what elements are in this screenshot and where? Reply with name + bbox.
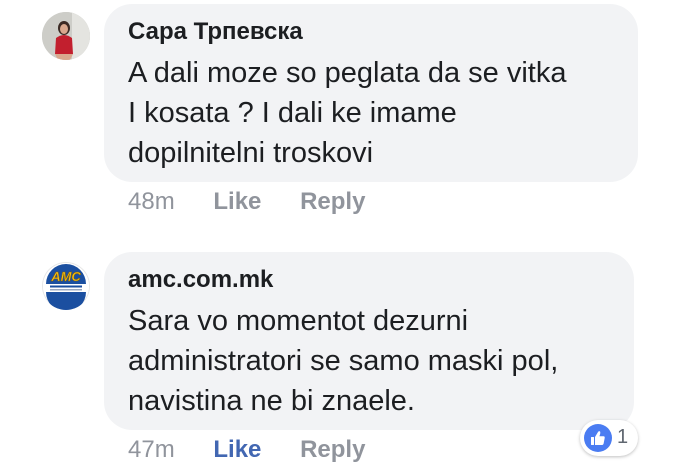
like-button[interactable]: Like xyxy=(213,188,261,216)
comment-text-line: I kosata ? I dali ke imame xyxy=(128,97,457,129)
thumbs-up-icon xyxy=(584,424,612,452)
comment-text: Sara vo momentot dezurni administratori … xyxy=(128,301,558,421)
comment-text-line: dopilnitelni troskovi xyxy=(128,137,374,169)
reply-button[interactable]: Reply xyxy=(300,436,365,464)
comment-text-line: navistina ne bi znaele. xyxy=(128,385,415,417)
comment-text-line: A dali moze so peglata da se vitka xyxy=(128,57,567,89)
comment-actions: 47m Like Reply xyxy=(128,436,365,464)
comment-author[interactable]: amc.com.mk xyxy=(128,266,273,294)
reply-button[interactable]: Reply xyxy=(300,188,365,216)
comment-actions: 48m Like Reply xyxy=(128,188,365,216)
reaction-summary[interactable]: 1 xyxy=(580,420,638,456)
avatar[interactable]: AMC xyxy=(42,262,90,310)
like-button[interactable]: Like xyxy=(213,436,261,464)
reaction-count: 1 xyxy=(617,426,629,448)
profile-photo xyxy=(42,12,90,60)
comment-text-line: administratori se samo maski pol, xyxy=(128,345,559,377)
avatar[interactable] xyxy=(42,12,90,60)
comment-author[interactable]: Сара Трпевска xyxy=(128,18,303,46)
comment-timestamp[interactable]: 47m xyxy=(128,436,175,464)
comment-text: A dali moze so peglata da se vitka I kos… xyxy=(128,53,566,173)
comment-bubble: amc.com.mk Sara vo momentot dezurni admi… xyxy=(104,252,634,430)
comment-text-line: Sara vo momentot dezurni xyxy=(128,305,469,337)
logo-text: AMC xyxy=(50,269,81,284)
amc-logo: AMC xyxy=(43,263,89,310)
comment-timestamp[interactable]: 48m xyxy=(128,188,175,216)
comment-bubble: Сара Трпевска A dali moze so peglata da … xyxy=(104,4,638,182)
